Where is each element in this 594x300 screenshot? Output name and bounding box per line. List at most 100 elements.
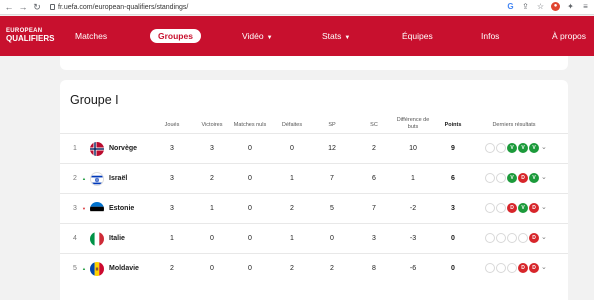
position: 4 [73,235,77,242]
played: 2 [170,265,174,272]
trend-icon [80,134,88,164]
wins: 1 [210,205,214,212]
losses: 0 [290,145,294,152]
chevron-down-icon[interactable]: ⌄ [541,233,547,243]
browser-toolbar: ← → ↻ fr.uefa.com/european-qualifiers/st… [0,0,594,15]
result-empty [507,233,517,243]
goals-for: 7 [330,175,334,182]
col-played: Joués [164,122,180,128]
estonia-flag-icon [90,202,104,216]
trend-up-icon: ▲ [82,266,86,271]
back-icon[interactable]: ← [4,2,14,12]
losses: 2 [290,265,294,272]
table-row[interactable]: 3 ▼ Estonie 3 1 0 2 5 7 -2 3 D V D ⌄ [60,193,568,223]
played: 3 [170,205,174,212]
table-row[interactable]: 5 ▲ Moldavie 2 0 0 2 2 8 -6 0 D D ⌄ [60,253,568,283]
last-results: V V V ⌄ [485,143,547,155]
group-title: Groupe I [70,93,119,107]
table-row[interactable]: 1 Norvège 3 3 0 0 12 2 10 9 V V V ⌄ [60,133,568,163]
menu-list-icon[interactable]: ≡ [581,2,590,11]
result-empty [485,263,495,273]
result-win[interactable]: V [518,143,528,153]
result-win[interactable]: V [507,173,517,183]
italy-flag-icon [90,232,104,246]
col-losses: Défaites [281,122,303,128]
goals-for: 2 [330,265,334,272]
col-draws: Matches nuls [233,122,267,128]
result-empty [518,233,528,243]
col-points: Points [444,122,462,128]
goal-diff: -3 [409,235,417,242]
nav-a-propos[interactable]: À propos [552,29,586,43]
nav-matches[interactable]: Matches [75,29,107,43]
site-header: EUROPEAN QUALIFIERS Matches Groupes Vidé… [0,16,594,56]
played: 1 [170,235,174,242]
result-loss[interactable]: D [529,263,539,273]
col-wins: Victoires [201,122,223,128]
draws: 0 [248,265,252,272]
wins: 0 [210,265,214,272]
result-empty [485,173,495,183]
result-win[interactable]: V [529,143,539,153]
trend-icon [80,224,88,254]
result-loss[interactable]: D [529,233,539,243]
result-win[interactable]: V [518,203,528,213]
goal-diff: -6 [409,265,417,272]
nav-equipes[interactable]: Équipes [402,29,433,43]
result-loss[interactable]: D [518,263,528,273]
nav-groupes[interactable]: Groupes [150,29,201,43]
chevron-down-icon[interactable]: ⌄ [541,173,547,183]
played: 3 [170,175,174,182]
trend-up-icon: ▲ [82,176,86,181]
israel-flag-icon [90,172,104,186]
chevron-down-icon: ▼ [266,35,273,41]
goals-for: 0 [330,235,334,242]
extension-icon[interactable]: ● [551,2,560,11]
table-row[interactable]: 4 Italie 1 0 0 1 0 3 -3 0 D ⌄ [60,223,568,253]
table-row[interactable]: 2 ▲ Israël 3 2 0 1 7 6 1 6 V D V ⌄ [60,163,568,193]
chevron-down-icon[interactable]: ⌄ [541,263,547,273]
points: 3 [451,205,455,212]
bookmark-star-icon[interactable]: ☆ [536,2,545,11]
group-card: Groupe I Joués Victoires Matches nuls Dé… [60,80,568,300]
losses: 1 [290,175,294,182]
losses: 1 [290,235,294,242]
goals-against: 8 [372,265,376,272]
chevron-down-icon[interactable]: ⌄ [541,203,547,213]
result-win[interactable]: V [507,143,517,153]
draws: 0 [248,235,252,242]
forward-icon[interactable]: → [18,2,28,12]
nav-infos[interactable]: Infos [481,29,499,43]
browser-actions: G ⇪ ☆ ● ✦ ≡ [506,2,590,11]
google-icon[interactable]: G [506,2,515,11]
chevron-down-icon[interactable]: ⌄ [541,143,547,153]
goals-against: 2 [372,145,376,152]
nav-stats[interactable]: Stats ▼ [322,29,350,43]
result-loss[interactable]: D [529,203,539,213]
goal-diff: 10 [409,145,417,152]
goals-for: 12 [328,145,336,152]
goals-against: 6 [372,175,376,182]
wins: 2 [210,175,214,182]
puzzle-icon[interactable]: ✦ [566,2,575,11]
result-loss[interactable]: D [518,173,528,183]
result-empty [507,263,517,273]
wins: 3 [210,145,214,152]
nav-video[interactable]: Vidéo ▼ [242,29,273,43]
losses: 2 [290,205,294,212]
address-bar[interactable]: fr.uefa.com/european-qualifiers/standing… [50,4,188,11]
result-win[interactable]: V [529,173,539,183]
result-loss[interactable]: D [507,203,517,213]
col-gf: SP [328,122,336,128]
last-results: D V D ⌄ [485,203,547,215]
last-results: V D V ⌄ [485,173,547,185]
url-text: fr.uefa.com/european-qualifiers/standing… [58,3,189,11]
played: 3 [170,145,174,152]
goal-diff: -2 [409,205,417,212]
draws: 0 [248,145,252,152]
logo[interactable]: EUROPEAN QUALIFIERS [6,27,54,43]
share-icon[interactable]: ⇪ [521,2,530,11]
points: 6 [451,175,455,182]
points: 0 [451,265,455,272]
reload-icon[interactable]: ↻ [32,2,42,12]
